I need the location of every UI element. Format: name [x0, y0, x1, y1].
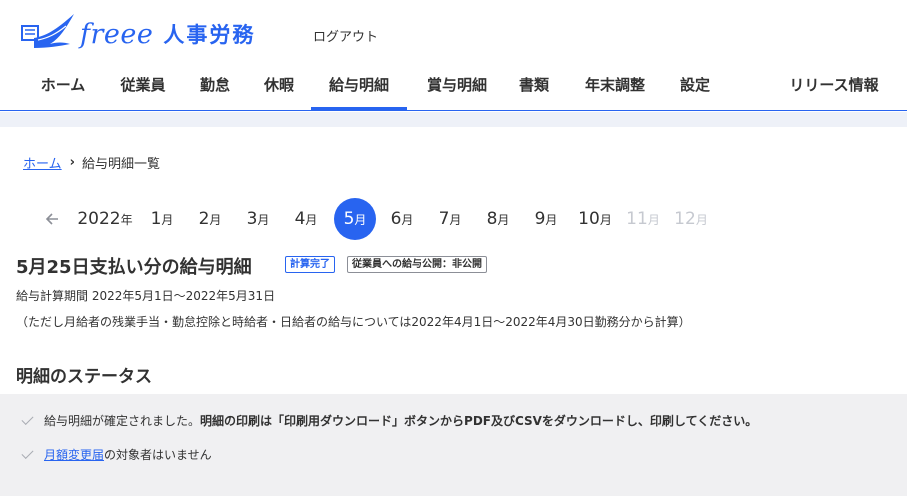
- monthly-change-text: の対象者はいません: [104, 447, 212, 462]
- arrow-left-icon[interactable]: [38, 198, 66, 240]
- calculation-note: （ただし月給者の残業手当・勤怠控除と時給者・日給者の給与については2022年4月…: [16, 315, 691, 329]
- logo-product-text: 人事労務: [163, 23, 256, 47]
- status-badge-calculated: 計算完了: [285, 256, 335, 273]
- nav-item-bonus[interactable]: 賞与明細: [412, 66, 502, 111]
- month-7-button[interactable]: 7月: [433, 198, 467, 240]
- status-confirmed-text: 給与明細が確定されました。: [44, 413, 201, 428]
- nav-item-settings[interactable]: 設定: [665, 66, 725, 111]
- month-9-button[interactable]: 9月: [529, 198, 563, 240]
- nav-item-home[interactable]: ホーム: [24, 66, 102, 111]
- month-4-button[interactable]: 4月: [289, 198, 323, 240]
- freee-logo[interactable]: freee 人事労務: [20, 12, 255, 56]
- month-navigator: 2022年 1月 2月 3月 4月 5月 6月 7月 8月 9月 10月 11月…: [0, 198, 907, 240]
- month-5-button-current[interactable]: 5月: [334, 198, 376, 240]
- month-2-button[interactable]: 2月: [193, 198, 227, 240]
- month-12-button: 12月: [674, 209, 708, 229]
- month-6-button[interactable]: 6月: [385, 198, 419, 240]
- main-nav: ホーム 従業員 勤怠 休暇 給与明細 賞与明細 書類 年末調整 設定 リリース情…: [0, 66, 907, 111]
- check-icon: [21, 412, 34, 425]
- logout-link[interactable]: ログアウト: [313, 26, 378, 45]
- bird-logo-icon: [21, 14, 74, 48]
- status-row-monthly-change: 月額変更届 の対象者はいません: [0, 434, 907, 474]
- month-11-button: 11月: [626, 209, 660, 229]
- calculation-period: 給与計算期間 2022年5月1日〜2022年5月31日: [16, 289, 276, 303]
- month-3-button[interactable]: 3月: [241, 198, 275, 240]
- status-print-instruction: 明細の印刷は「印刷用ダウンロード」ボタンからPDF及びCSVをダウンロードし、印…: [200, 413, 758, 428]
- nav-item-payslips[interactable]: 給与明細: [311, 66, 407, 111]
- nav-item-release-notes[interactable]: リリース情報: [778, 66, 890, 111]
- month-8-button[interactable]: 8月: [481, 198, 515, 240]
- header-subbar: [0, 112, 907, 127]
- monthly-change-report-link[interactable]: 月額変更届: [44, 446, 104, 463]
- nav-item-year-end[interactable]: 年末調整: [570, 66, 660, 111]
- breadcrumb-home-link[interactable]: ホーム: [23, 153, 62, 172]
- nav-item-leave[interactable]: 休暇: [250, 66, 308, 111]
- status-badge-publish: 従業員への給与公開：非公開: [347, 256, 487, 273]
- breadcrumb-current: 給与明細一覧: [81, 157, 160, 172]
- nav-item-attendance[interactable]: 勤怠: [186, 66, 244, 111]
- app-header: freee 人事労務 ログアウト ホーム 従業員 勤怠 休暇 給与明細 賞与明細…: [0, 0, 907, 111]
- page-title: 5月25日支払い分の給与明細: [16, 257, 252, 278]
- breadcrumb: ホーム › 給与明細一覧: [23, 153, 160, 172]
- year-label: 2022年: [77, 209, 133, 229]
- nav-item-documents[interactable]: 書類: [505, 66, 563, 111]
- logo-brand-text: freee: [80, 18, 154, 50]
- chevron-right-icon: ›: [69, 155, 75, 170]
- month-1-button[interactable]: 1月: [145, 198, 179, 240]
- status-section-title: 明細のステータス: [16, 367, 152, 387]
- month-10-button[interactable]: 10月: [573, 198, 617, 240]
- nav-item-employees[interactable]: 従業員: [106, 66, 180, 111]
- check-icon: [21, 446, 34, 459]
